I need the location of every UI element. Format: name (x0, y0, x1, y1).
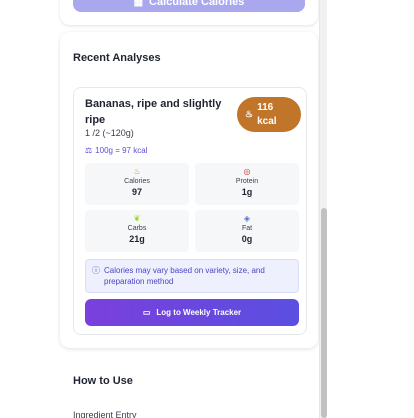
fire-icon: ♨ (245, 109, 254, 119)
nutrient-calories: ♨ Calories 97 (85, 163, 189, 205)
nutrient-value: 97 (131, 187, 142, 197)
fire-icon: ♨ (133, 167, 141, 176)
per-100g-info: ⚖ 100g = 97 kcal (85, 146, 147, 155)
info-icon: ⓘ (92, 266, 100, 275)
app-viewport: ▦ Calculate Calories Recent Analyses Ban… (0, 0, 414, 418)
recent-analyses-card: Recent Analyses Bananas, ripe and slight… (60, 32, 318, 348)
scrollbar-thumb[interactable] (321, 208, 327, 418)
how-to-use-title: How to Use (73, 375, 133, 387)
droplet-icon: ◈ (243, 214, 251, 223)
kcal-badge: ♨ 116 kcal (237, 97, 301, 132)
calorie-note-text: Calories may vary based on variety, size… (104, 266, 265, 286)
grain-icon: ❦ (133, 214, 141, 223)
per-100g-text: 100g = 97 kcal (95, 146, 148, 155)
calorie-note: ⓘ Calories may vary based on variety, si… (85, 259, 299, 293)
nutrient-label: Protein (235, 178, 259, 185)
kcal-value: 116 (257, 101, 274, 113)
kcal-unit: kcal (257, 115, 277, 127)
meat-icon: ◎ (243, 167, 251, 176)
food-name: Bananas, ripe and slightly ripe (85, 98, 222, 126)
log-to-tracker-button[interactable]: ▭ Log to Weekly Tracker (85, 299, 299, 326)
recent-analyses-title: Recent Analyses (73, 52, 161, 64)
calculator-icon: ▦ (133, 0, 144, 8)
nutrient-label: Calories (124, 178, 150, 185)
nutrient-protein: ◎ Protein 1g (195, 163, 299, 205)
calculate-button[interactable]: ▦ Calculate Calories (73, 0, 305, 12)
nutrient-value: 0g (241, 234, 253, 244)
nutrient-value: 21g (129, 234, 145, 244)
log-button-label: Log to Weekly Tracker (156, 308, 242, 317)
calendar-icon: ▭ (142, 308, 151, 317)
nutrient-label: Carbs (127, 225, 147, 232)
ingredient-entry-heading: Ingredient Entry (73, 410, 137, 418)
calculator-card: ▦ Calculate Calories (60, 0, 318, 25)
calculate-button-label: Calculate Calories (149, 0, 245, 8)
scrollbar[interactable] (319, 0, 327, 418)
scroll-area[interactable]: ▦ Calculate Calories Recent Analyses Ban… (57, 0, 327, 418)
serving-size: 1 /2 (~120g) (85, 128, 134, 138)
nutrient-carbs: ❦ Carbs 21g (85, 210, 189, 252)
analysis-result-card: Bananas, ripe and slightly ripe 1 /2 (~1… (73, 87, 307, 335)
scale-icon: ⚖ (85, 146, 93, 155)
nutrient-value: 1g (241, 187, 253, 197)
nutrient-label: Fat (241, 225, 253, 232)
nutrient-fat: ◈ Fat 0g (195, 210, 299, 252)
